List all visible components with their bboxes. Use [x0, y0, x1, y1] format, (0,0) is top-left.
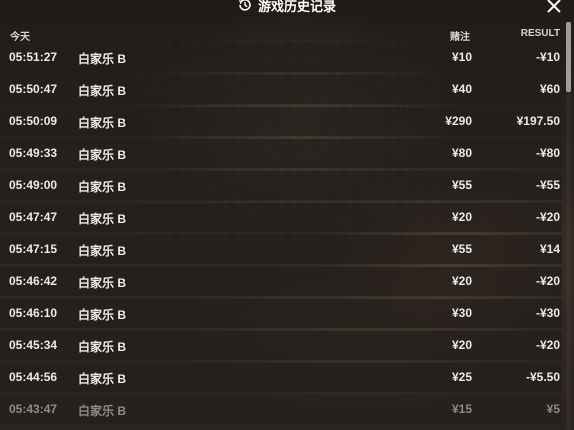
row-bet: ¥290 — [445, 114, 472, 128]
row-result: -¥10 — [535, 50, 560, 64]
result-header: RESULT — [520, 28, 560, 39]
row-time: 05:49:00 — [9, 178, 58, 192]
row-bet: ¥20 — [451, 210, 472, 224]
row-game-name: 白家乐 B — [78, 52, 127, 66]
history-row[interactable]: 05:49:33 白家乐 B ¥80 -¥80 — [0, 139, 562, 168]
row-game-name: 白家乐 B — [78, 148, 127, 162]
row-bet: ¥25 — [451, 370, 472, 384]
row-time: 05:50:09 — [9, 114, 58, 128]
row-time: 05:50:47 — [9, 82, 58, 96]
row-bet: ¥30 — [451, 306, 472, 320]
row-bet: ¥10 — [451, 50, 472, 64]
scrollbar[interactable] — [566, 22, 571, 430]
row-bet: ¥55 — [451, 242, 472, 256]
history-row[interactable]: 05:50:47 白家乐 B ¥40 ¥60 — [0, 75, 562, 104]
close-button[interactable] — [546, 0, 562, 14]
row-time: 05:51:27 — [9, 50, 58, 64]
row-result: ¥5 — [546, 402, 560, 416]
history-row[interactable]: 05:47:47 白家乐 B ¥20 -¥20 — [0, 203, 562, 232]
row-bet: ¥55 — [451, 178, 472, 192]
row-result: -¥55 — [535, 178, 560, 192]
title-group: 游戏历史记录 — [238, 0, 336, 15]
row-game-name: 白家乐 B — [78, 308, 127, 322]
history-row[interactable]: 05:51:27 白家乐 B ¥10 -¥10 — [0, 43, 562, 72]
history-row[interactable]: 05:50:09 白家乐 B ¥290 ¥197.50 — [0, 107, 562, 136]
row-game-name: 白家乐 B — [78, 212, 127, 226]
row-result: -¥20 — [535, 338, 560, 352]
row-time: 05:46:10 — [9, 306, 58, 320]
history-row[interactable]: 05:43:47 白家乐 B ¥15 ¥5 — [0, 395, 562, 424]
column-header: 今天 赌注 RESULT — [0, 24, 562, 43]
row-game-name: 白家乐 B — [78, 276, 127, 290]
row-game-name: 白家乐 B — [78, 372, 127, 386]
bet-header: 赌注 — [450, 32, 470, 43]
history-row[interactable]: 05:47:15 白家乐 B ¥55 ¥14 — [0, 235, 562, 264]
history-row[interactable]: 05:46:10 白家乐 B ¥30 -¥30 — [0, 299, 562, 328]
row-bet: ¥20 — [451, 338, 472, 352]
row-time: 05:47:47 — [9, 210, 58, 224]
row-bet: ¥40 — [451, 82, 472, 96]
row-game-name: 白家乐 B — [78, 404, 127, 418]
row-time: 05:46:42 — [9, 274, 58, 288]
row-result: -¥20 — [535, 274, 560, 288]
row-bet: ¥20 — [451, 274, 472, 288]
close-icon — [547, 0, 561, 13]
row-bet: ¥80 — [451, 146, 472, 160]
row-time: 05:43:47 — [9, 402, 58, 416]
history-row[interactable]: 05:45:34 白家乐 B ¥20 -¥20 — [0, 331, 562, 360]
history-row[interactable]: 05:44:56 白家乐 B ¥25 -¥5.50 — [0, 363, 562, 392]
history-row[interactable]: 05:49:00 白家乐 B ¥55 -¥55 — [0, 171, 562, 200]
row-result: -¥5.50 — [525, 370, 560, 384]
row-result: ¥60 — [539, 82, 560, 96]
history-list: 05:51:27 白家乐 B ¥10 -¥10 05:50:47 白家乐 B ¥40 ¥60 0… — [0, 43, 562, 427]
row-time: 05:45:34 — [9, 338, 58, 352]
game-history-panel: 游戏历史记录 今天 赌注 RESULT 05:51:27 白家乐 B ¥10 -¥10… — [0, 0, 574, 430]
row-game-name: 白家乐 B — [78, 180, 127, 194]
row-game-name: 白家乐 B — [78, 84, 127, 98]
row-game-name: 白家乐 B — [78, 244, 127, 258]
row-bet: ¥15 — [451, 402, 472, 416]
history-row[interactable]: 05:46:42 白家乐 B ¥20 -¥20 — [0, 267, 562, 296]
row-game-name: 白家乐 B — [78, 340, 127, 354]
title-bar: 游戏历史记录 — [0, 0, 574, 14]
row-result: -¥80 — [535, 146, 560, 160]
date-header: 今天 — [10, 32, 30, 43]
page-title: 游戏历史记录 — [257, 0, 336, 14]
row-result: -¥20 — [535, 210, 560, 224]
row-result: ¥197.50 — [516, 114, 560, 128]
row-time: 05:49:33 — [9, 146, 58, 160]
row-time: 05:47:15 — [9, 242, 58, 256]
row-result: -¥30 — [535, 306, 560, 320]
row-result: ¥14 — [539, 242, 560, 256]
scrollbar-thumb[interactable] — [566, 22, 571, 92]
history-clock-icon — [238, 0, 252, 12]
row-time: 05:44:56 — [9, 370, 58, 384]
row-game-name: 白家乐 B — [78, 116, 127, 130]
